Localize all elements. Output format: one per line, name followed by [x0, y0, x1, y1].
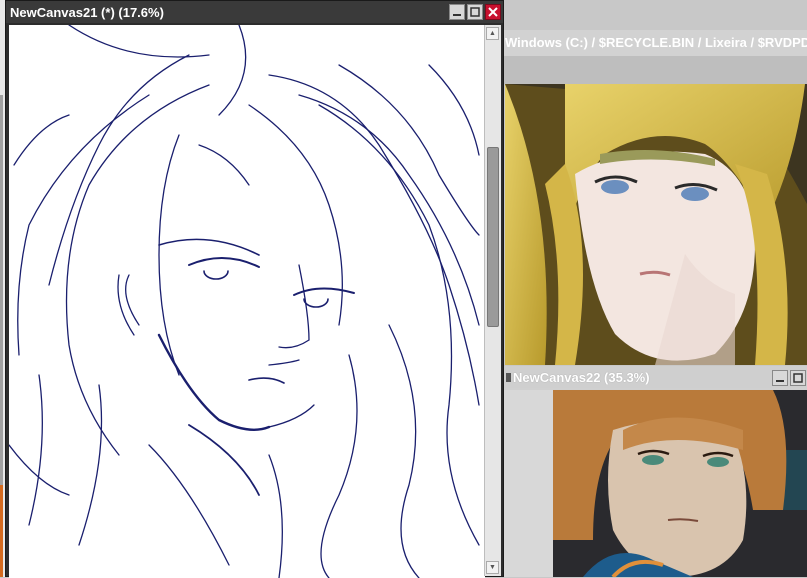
maximize-button[interactable] — [467, 4, 483, 20]
minimize-button[interactable] — [449, 4, 465, 20]
minimize-icon — [453, 14, 461, 16]
close-icon — [488, 7, 498, 17]
toolbar-strip — [504, 56, 807, 84]
address-bar[interactable]: Windows (C:) / $RECYCLE.BIN / Lixeira / … — [504, 30, 807, 56]
reference-image-blonde[interactable] — [505, 84, 807, 365]
blonde-portrait-illustration — [505, 84, 807, 365]
redhead-portrait-illustration — [553, 390, 807, 577]
canvas-window-2-title: NewCanvas22 (35.3%) — [513, 369, 650, 385]
left-panel-accent — [0, 485, 3, 577]
canvas-window-titlebar[interactable]: NewCanvas21 (*) (17.6%) — [6, 1, 503, 23]
maximize-icon — [793, 373, 803, 383]
canvas-vertical-scrollbar[interactable]: ▲ ▼ — [484, 25, 501, 576]
maximize-button-2[interactable] — [790, 370, 806, 386]
maximize-icon — [470, 7, 480, 17]
line-art-sketch — [9, 25, 480, 578]
reference-image-redhead[interactable] — [553, 390, 807, 577]
canvas-window-2[interactable]: NewCanvas22 (35.3%) — [504, 366, 807, 577]
left-panel-scrollbar[interactable] — [0, 95, 3, 485]
scroll-down-icon[interactable]: ▼ — [486, 561, 499, 574]
canvas-2-area[interactable] — [504, 390, 807, 577]
minimize-button-2[interactable] — [772, 370, 788, 386]
scroll-up-icon[interactable]: ▲ — [486, 27, 499, 40]
scroll-thumb[interactable] — [487, 147, 499, 327]
drawing-canvas[interactable] — [9, 25, 485, 578]
canvas-window-2-titlebar[interactable]: NewCanvas22 (35.3%) — [504, 366, 807, 388]
canvas-window-title: NewCanvas21 (*) (17.6%) — [10, 4, 164, 20]
close-button[interactable] — [485, 4, 501, 20]
right-panel: Windows (C:) / $RECYCLE.BIN / Lixeira / … — [504, 0, 807, 577]
canvas-window[interactable]: NewCanvas21 (*) (17.6%) ▲ ▼ — [5, 0, 504, 578]
minimize-icon — [776, 380, 784, 382]
